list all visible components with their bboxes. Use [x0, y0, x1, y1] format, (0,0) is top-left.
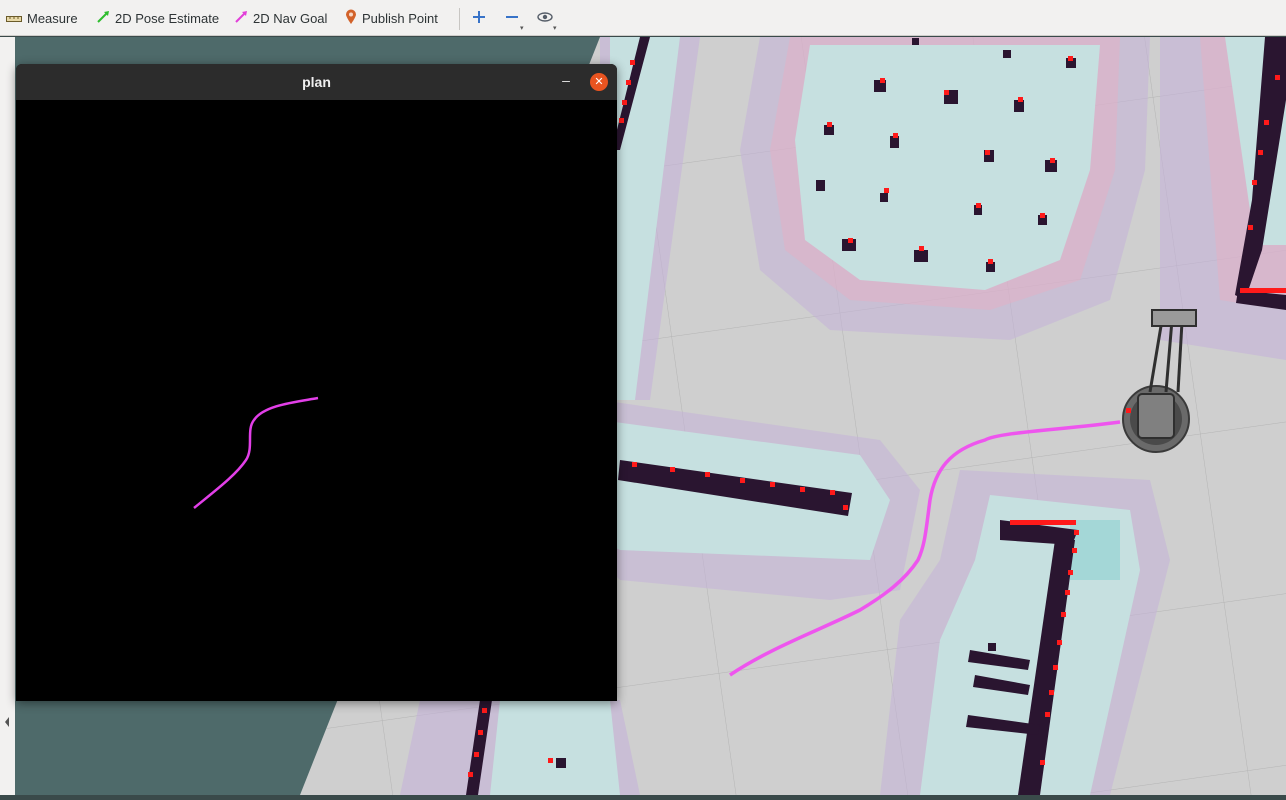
plan-window-titlebar[interactable]: plan – ✕ [16, 64, 617, 100]
minimize-button[interactable]: – [558, 72, 574, 92]
pose-estimate-label: 2D Pose Estimate [115, 10, 220, 26]
nav-goal-label: 2D Nav Goal [253, 10, 328, 26]
plan-window[interactable]: plan – ✕ [16, 64, 617, 701]
nav-goal-tool[interactable]: 2D Nav Goal [234, 8, 327, 28]
eye-icon [537, 10, 553, 28]
green-arrow-icon [96, 10, 110, 27]
zoom-out-icon [505, 10, 519, 29]
publish-point-label: Publish Point [362, 10, 438, 26]
plan-window-title: plan [302, 74, 331, 90]
zoom-in-button[interactable] [467, 8, 491, 30]
ruler-icon [6, 11, 22, 26]
view-dropdown-icon[interactable]: ▾ [553, 24, 557, 32]
costmap-room-top [740, 37, 1150, 340]
measure-label: Measure [27, 10, 78, 26]
magenta-arrow-icon [234, 10, 248, 27]
pose-estimate-tool[interactable]: 2D Pose Estimate [96, 8, 219, 28]
measure-tool[interactable]: Measure [6, 8, 78, 28]
location-pin-icon [345, 9, 357, 28]
publish-point-tool[interactable]: Publish Point [345, 8, 438, 28]
zoom-out-dropdown-icon[interactable]: ▾ [520, 24, 524, 32]
plan-image [16, 100, 617, 701]
toolbar: Measure 2D Pose Estimate 2D Nav Goal Pub… [0, 0, 1286, 36]
zoom-in-icon [472, 10, 486, 29]
costmap-bottom-left [400, 700, 640, 795]
left-panel-gutter [0, 37, 15, 795]
toolbar-separator [459, 8, 460, 30]
close-button[interactable]: ✕ [590, 73, 608, 91]
expand-panel-icon[interactable] [0, 37, 15, 795]
